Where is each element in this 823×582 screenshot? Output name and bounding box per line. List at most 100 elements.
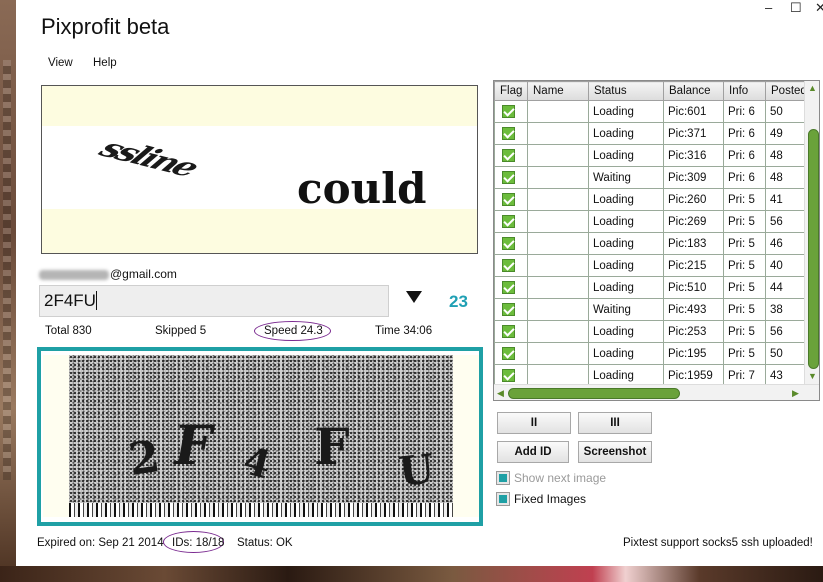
flag-checkbox[interactable] [502, 259, 515, 272]
table-row[interactable]: Loading Pic:601 Pri: 6 50 [494, 100, 811, 123]
maximize-button[interactable]: ☐ [790, 0, 802, 16]
table-row[interactable]: Loading Pic:215 Pri: 5 40 [494, 254, 811, 277]
scroll-down-icon[interactable]: ▼ [808, 371, 817, 381]
table-row[interactable]: Loading Pic:183 Pri: 5 46 [494, 232, 811, 255]
flag-checkbox[interactable] [502, 303, 515, 316]
chevron-down-icon[interactable] [406, 291, 422, 303]
flag-checkbox[interactable] [502, 105, 515, 118]
flag-checkbox[interactable] [502, 215, 515, 228]
flag-checkbox[interactable] [502, 325, 515, 338]
table-row[interactable]: Loading Pic:269 Pri: 5 56 [494, 210, 811, 233]
menu-help[interactable]: Help [93, 57, 117, 69]
column-header-name[interactable]: Name [527, 81, 589, 101]
info-cell: Pri: 5 [723, 276, 766, 299]
scroll-up-icon[interactable]: ▲ [808, 83, 817, 93]
status-cell: Loading [588, 210, 664, 233]
flag-cell[interactable] [494, 100, 528, 123]
table-row[interactable]: Waiting Pic:309 Pri: 6 48 [494, 166, 811, 189]
status-cell: Loading [588, 100, 664, 123]
pause-button[interactable]: II [497, 412, 571, 434]
horizontal-scroll-thumb[interactable] [508, 388, 680, 399]
table-row[interactable]: Waiting Pic:493 Pri: 5 38 [494, 298, 811, 321]
flag-cell[interactable] [494, 166, 528, 189]
table-row[interactable]: Loading Pic:510 Pri: 5 44 [494, 276, 811, 299]
scroll-left-icon[interactable]: ◀ [497, 388, 504, 399]
flag-checkbox[interactable] [502, 347, 515, 360]
info-cell: Pri: 5 [723, 210, 766, 233]
flag-cell[interactable] [494, 254, 528, 277]
ids-count: IDs: 18/18 [172, 537, 225, 549]
captcha-word-plain: could [297, 164, 427, 213]
flag-cell[interactable] [494, 232, 528, 255]
flag-checkbox[interactable] [502, 149, 515, 162]
flag-cell[interactable] [494, 188, 528, 211]
balance-cell: Pic:316 [663, 144, 724, 167]
window-title: Pixprofit beta [41, 14, 170, 39]
add-id-button[interactable]: Add ID [497, 441, 569, 463]
flag-cell[interactable] [494, 144, 528, 167]
flag-checkbox[interactable] [502, 369, 515, 382]
captcha-counter: 23 [449, 292, 468, 311]
screenshot-button[interactable]: Screenshot [578, 441, 652, 463]
close-button[interactable]: ✕ [815, 0, 823, 16]
table-row[interactable]: Loading Pic:260 Pri: 5 41 [494, 188, 811, 211]
flag-cell[interactable] [494, 122, 528, 145]
fixed-images-checkbox[interactable] [496, 492, 510, 506]
table-row[interactable]: Loading Pic:316 Pri: 6 48 [494, 144, 811, 167]
flag-checkbox[interactable] [502, 237, 515, 250]
info-cell: Pri: 6 [723, 100, 766, 123]
flag-checkbox[interactable] [502, 193, 515, 206]
email-domain: @gmail.com [110, 267, 177, 281]
column-header-status[interactable]: Status [588, 81, 664, 101]
stat-skipped: Skipped 5 [155, 325, 207, 337]
stop-button[interactable]: III [578, 412, 652, 434]
desktop-wallpaper-bottom [0, 566, 823, 582]
fixed-images-label: Fixed Images [514, 492, 587, 506]
balance-cell: Pic:493 [663, 298, 724, 321]
captcha-glyph: 2 [125, 431, 164, 486]
column-header-flag[interactable]: Flag [494, 81, 528, 101]
name-cell [527, 232, 589, 255]
notification-message: Pixtest support socks5 ssh uploaded! [623, 537, 813, 549]
captcha-glyph: 4 [238, 437, 276, 488]
name-cell [527, 210, 589, 233]
info-cell: Pri: 5 [723, 342, 766, 365]
captcha-glyph: F [314, 417, 350, 476]
table-row[interactable]: Loading Pic:195 Pri: 5 50 [494, 342, 811, 365]
accounts-grid[interactable]: Flag Name Status Balance Info Posted Loa… [493, 80, 820, 401]
flag-cell[interactable] [494, 210, 528, 233]
scroll-right-icon[interactable]: ▶ [792, 388, 799, 399]
horizontal-scrollbar[interactable]: ◀ ▶ [494, 384, 819, 400]
stat-speed: Speed 24.3 [264, 325, 323, 337]
balance-cell: Pic:309 [663, 166, 724, 189]
stat-time: Time 34:06 [375, 325, 433, 337]
minimize-button[interactable]: – [765, 0, 772, 15]
vertical-scroll-thumb[interactable] [808, 129, 819, 369]
flag-checkbox[interactable] [502, 281, 515, 294]
flag-checkbox[interactable] [502, 171, 515, 184]
status-cell: Loading [588, 342, 664, 365]
balance-cell: Pic:215 [663, 254, 724, 277]
name-cell [527, 276, 589, 299]
flag-cell[interactable] [494, 342, 528, 365]
accounts-table: Flag Name Status Balance Info Posted Loa… [494, 81, 811, 387]
status-cell: Waiting [588, 166, 664, 189]
status-cell: Waiting [588, 298, 664, 321]
menu-view[interactable]: View [48, 57, 73, 69]
flag-cell[interactable] [494, 276, 528, 299]
flag-checkbox[interactable] [502, 127, 515, 140]
captcha-answer-input[interactable] [39, 285, 389, 317]
column-header-info[interactable]: Info [723, 81, 766, 101]
captcha-image-bottom: 2 F 4 F U [37, 347, 483, 526]
flag-cell[interactable] [494, 320, 528, 343]
status-cell: Loading [588, 188, 664, 211]
name-cell [527, 320, 589, 343]
column-header-balance[interactable]: Balance [663, 81, 724, 101]
table-row[interactable]: Loading Pic:253 Pri: 5 56 [494, 320, 811, 343]
flag-cell[interactable] [494, 298, 528, 321]
name-cell [527, 342, 589, 365]
table-row[interactable]: Loading Pic:371 Pri: 6 49 [494, 122, 811, 145]
name-cell [527, 122, 589, 145]
vertical-scrollbar[interactable]: ▲ ▼ [804, 81, 819, 384]
show-next-image-checkbox[interactable] [496, 471, 510, 485]
